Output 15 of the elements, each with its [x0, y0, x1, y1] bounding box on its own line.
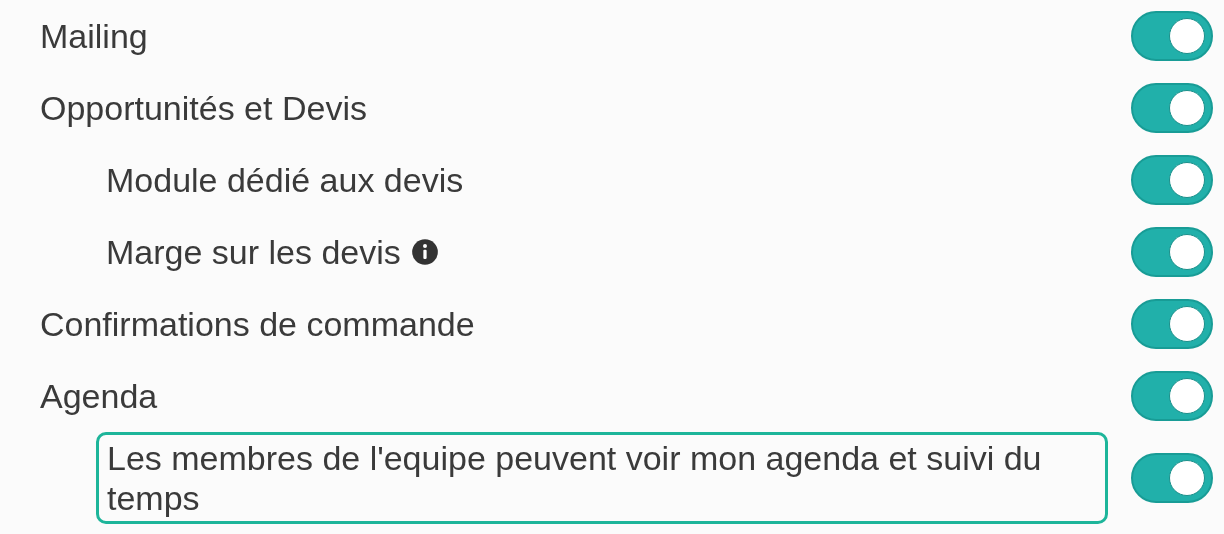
setting-label: Agenda	[40, 376, 158, 416]
setting-label: Marge sur les devis	[106, 232, 401, 272]
setting-label: Mailing	[40, 16, 148, 56]
toggle-switch[interactable]	[1131, 11, 1213, 61]
toggle-switch[interactable]	[1131, 83, 1213, 133]
toggle-switch[interactable]	[1131, 371, 1213, 421]
toggle-switch[interactable]	[1131, 453, 1213, 503]
toggle-switch[interactable]	[1131, 227, 1213, 277]
toggle-switch[interactable]	[1131, 155, 1213, 205]
setting-label: Opportunités et Devis	[40, 88, 367, 128]
setting-label: Module dédié aux devis	[106, 160, 464, 200]
toggle-switch[interactable]	[1131, 299, 1213, 349]
info-icon[interactable]	[410, 238, 439, 266]
setting-label: Confirmations de commande	[40, 304, 475, 344]
setting-label: Les membres de l'equipe peuvent voir mon agenda et suivi du temps	[96, 432, 1108, 524]
